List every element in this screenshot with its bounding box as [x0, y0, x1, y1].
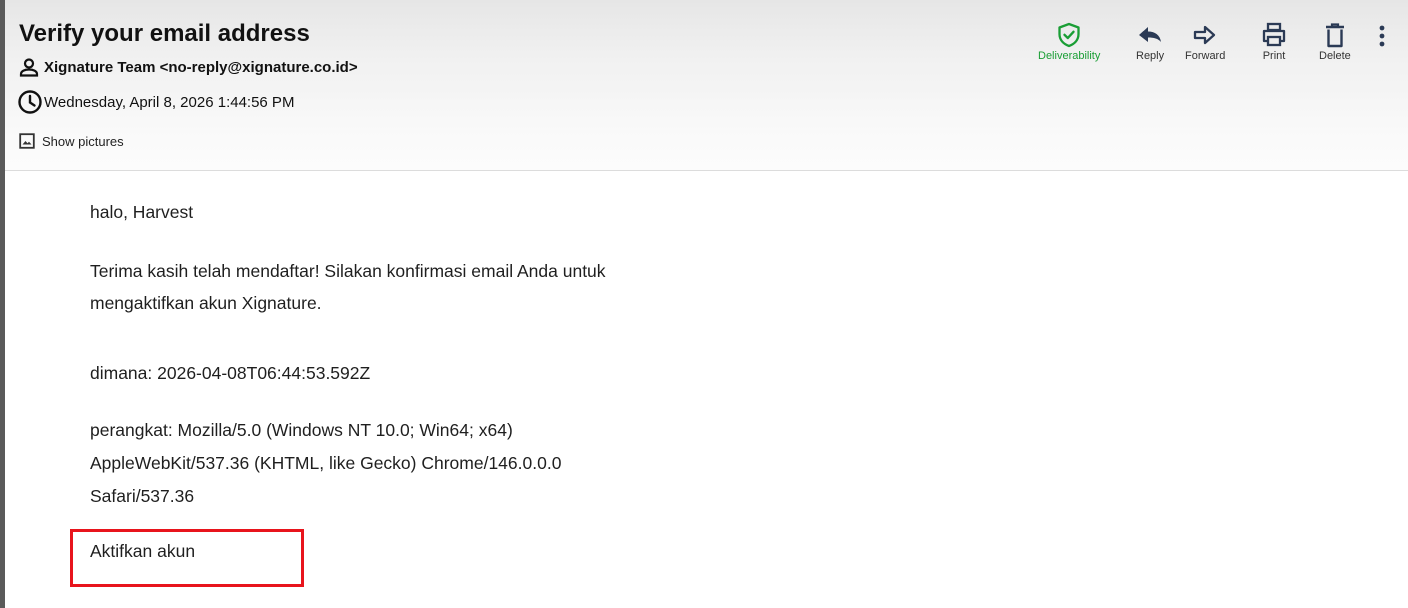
device-line-2: AppleWebKit/537.36 (KHTML, like Gecko) C… — [90, 453, 562, 473]
date-row: Wednesday, April 8, 2026 1:44:56 PM — [17, 89, 294, 115]
forward-icon — [1191, 22, 1219, 48]
image-icon — [19, 133, 35, 149]
delete-button[interactable]: Delete — [1319, 22, 1351, 62]
print-icon — [1260, 22, 1288, 48]
message-toolbar: Deliverability Reply Forward Print Delet… — [5, 22, 1408, 72]
print-label: Print — [1262, 50, 1286, 62]
deliverability-button[interactable]: Deliverability — [1038, 22, 1100, 62]
body-line-1: Terima kasih telah mendaftar! Silakan ko… — [90, 261, 606, 281]
clock-icon — [17, 89, 43, 115]
print-button[interactable]: Print — [1260, 22, 1288, 62]
show-pictures-label: Show pictures — [42, 133, 124, 149]
show-pictures-button[interactable]: Show pictures — [19, 133, 124, 149]
device-line-1: perangkat: Mozilla/5.0 (Windows NT 10.0;… — [90, 420, 513, 440]
more-vert-icon — [1377, 24, 1387, 48]
forward-label: Forward — [1185, 50, 1226, 62]
reply-button[interactable]: Reply — [1136, 22, 1164, 62]
greeting-text: halo, Harvest — [90, 202, 194, 222]
where-text: dimana: 2026-04-08T06:44:53.592Z — [90, 363, 371, 383]
deliverability-label: Deliverability — [1038, 50, 1101, 62]
more-options-button[interactable] — [1377, 24, 1387, 53]
device-line-3: Safari/537.36 — [90, 486, 195, 506]
trash-icon — [1321, 22, 1349, 48]
forward-button[interactable]: Forward — [1185, 22, 1225, 62]
activate-account-link[interactable]: Aktifkan akun — [90, 541, 195, 562]
email-header: Verify your email address Xignature Team… — [5, 0, 1408, 171]
shield-check-icon — [1056, 22, 1082, 48]
delete-label: Delete — [1319, 50, 1351, 62]
email-date: Wednesday, April 8, 2026 1:44:56 PM — [44, 93, 295, 111]
body-line-2: mengaktifkan akun Xignature. — [90, 293, 322, 313]
reply-label: Reply — [1136, 50, 1165, 62]
reply-icon — [1136, 22, 1164, 48]
